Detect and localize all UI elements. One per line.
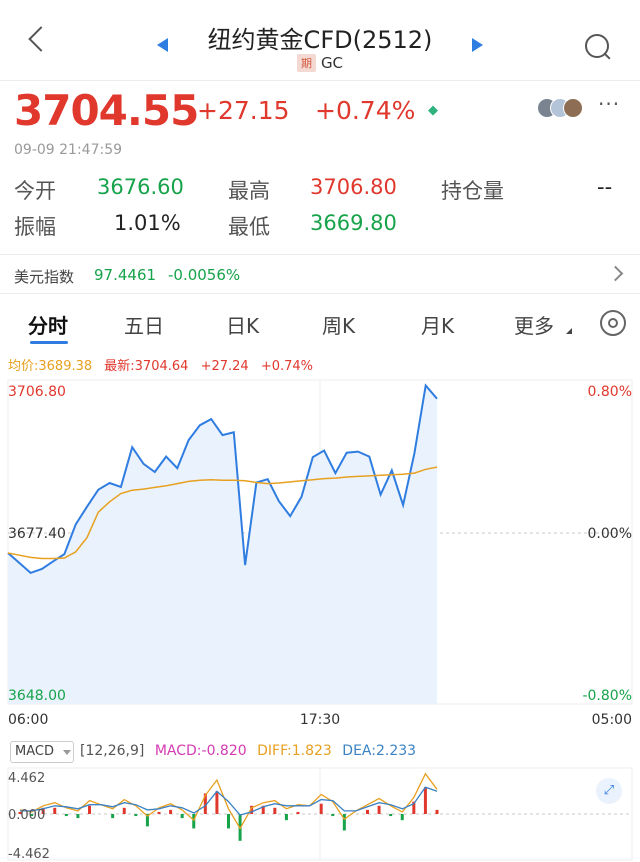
expand-icon[interactable]: ⤢ <box>596 778 622 804</box>
y-axis-pct-min-label: -0.80% <box>582 688 632 704</box>
quote-timestamp: 09-09 21:47:59 <box>14 142 123 158</box>
chevron-down-icon <box>63 750 71 755</box>
latest-price-label: 最新:3704.64 <box>104 359 189 374</box>
more-dropdown-icon <box>566 328 572 334</box>
next-contract-icon[interactable] <box>472 38 483 52</box>
x-axis-start-label: 06:00 <box>8 712 48 728</box>
tab-monthly-k[interactable]: 月K <box>421 310 454 339</box>
open-interest-label: 持仓量 <box>441 179 504 203</box>
contract-code: 期 GC <box>0 54 640 72</box>
trend-indicator-icon: ◆ <box>428 103 438 118</box>
price-series <box>7 383 438 704</box>
search-icon[interactable] <box>585 34 609 58</box>
settings-icon[interactable] <box>600 310 626 336</box>
price-change: +27.15 <box>197 96 290 125</box>
macd-legend: [12,26,9] MACD:-0.820 DIFF:1.823 DEA:2.2… <box>80 743 416 759</box>
price-area <box>8 385 437 704</box>
futures-badge: 期 <box>296 54 316 72</box>
open-interest-value: -- <box>597 175 613 199</box>
macd-y-zero-label: 0.000 <box>8 808 45 823</box>
open-value: 3676.60 <box>97 175 184 199</box>
dollar-index-row[interactable]: 美元指数 97.4461 -0.0056% <box>0 254 640 294</box>
high-label: 最高 <box>228 179 270 203</box>
intraday-chart[interactable]: 3706.80 3677.40 3648.00 0.80% 0.00% -0.8… <box>0 376 640 732</box>
y-axis-pct-max-label: 0.80% <box>588 384 632 400</box>
header: 纽约黄金CFD(2512) 期 GC <box>0 0 640 81</box>
indicator-select[interactable]: MACD <box>10 741 74 763</box>
avatar <box>563 98 583 118</box>
latest-change-label: +27.24 <box>200 359 249 374</box>
indicator-name: MACD <box>15 744 54 759</box>
contract-symbol: GC <box>320 54 344 72</box>
tab-weekly-k[interactable]: 周K <box>322 310 355 339</box>
x-axis-mid-label: 17:30 <box>300 712 340 728</box>
x-axis-end-label: 05:00 <box>592 712 632 728</box>
diff-value-label: DIFF:1.823 <box>257 743 332 759</box>
intraday-legend: 均价:3689.38 最新:3704.64 +27.24 +0.74% <box>8 355 313 374</box>
open-label: 今开 <box>14 179 56 203</box>
tab-intraday[interactable]: 分时 <box>28 310 68 339</box>
dea-value-label: DEA:2.233 <box>342 743 417 759</box>
tab-daily-k[interactable]: 日K <box>226 310 259 339</box>
price-change-pct: +0.74% <box>315 96 416 125</box>
macd-series <box>18 772 439 841</box>
y-axis-max-label: 3706.80 <box>8 384 66 400</box>
low-value: 3669.80 <box>310 211 397 235</box>
page-title: 纽约黄金CFD(2512) <box>207 26 433 54</box>
y-axis-pct-mid-label: 0.00% <box>588 526 632 542</box>
dollar-index-label: 美元指数 <box>14 268 75 286</box>
active-tab-indicator <box>30 341 68 344</box>
low-label: 最低 <box>228 215 270 239</box>
amplitude-value: 1.01% <box>114 211 181 235</box>
high-value: 3706.80 <box>310 175 397 199</box>
tab-five-day[interactable]: 五日 <box>124 310 164 339</box>
y-axis-min-label: 3648.00 <box>8 688 66 704</box>
macd-params: [12,26,9] <box>80 743 145 759</box>
tab-more[interactable]: 更多 <box>514 310 554 339</box>
macd-y-min-label: -4.462 <box>8 847 50 862</box>
avg-price-label: 均价:3689.38 <box>8 359 93 374</box>
last-price: 3704.55 <box>14 86 199 135</box>
amplitude-label: 振幅 <box>14 215 56 239</box>
dollar-index-change: -0.0056% <box>168 266 241 284</box>
macd-value-label: MACD:-0.820 <box>154 743 247 759</box>
chevron-right-icon <box>607 265 624 282</box>
more-icon[interactable]: ··· <box>598 92 620 116</box>
y-axis-mid-label: 3677.40 <box>8 526 66 542</box>
macd-chart[interactable]: 4.462 0.000 -4.462 <box>0 766 640 862</box>
dollar-index-value: 97.4461 <box>94 266 157 284</box>
latest-pct-label: +0.74% <box>260 359 314 374</box>
macd-y-max-label: 4.462 <box>8 771 45 786</box>
